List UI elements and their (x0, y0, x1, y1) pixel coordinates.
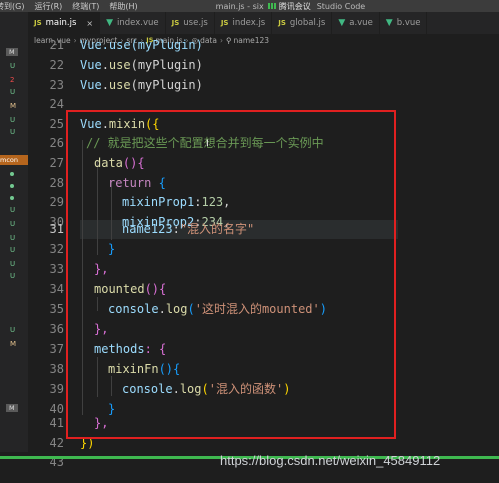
breadcrumb-item[interactable]: name123 (233, 36, 269, 45)
code-token: use (108, 58, 131, 72)
js-file-icon: JS (171, 19, 180, 27)
problem-count-badge: 2 (10, 76, 15, 84)
status-dot-icon (10, 196, 14, 200)
git-status-badge: U (10, 206, 16, 214)
menu-run[interactable]: 运行(R) (34, 1, 62, 12)
git-status-badge: U (10, 62, 16, 70)
line-number: 38 (49, 362, 64, 376)
vue-file-icon: ▼ (385, 18, 393, 28)
vue-file-icon: ▼ (106, 18, 114, 28)
git-status-badge: U (10, 116, 16, 124)
meeting-label: 腾讯会议 (278, 1, 311, 11)
chevron-right-icon: › (219, 35, 223, 45)
close-icon[interactable]: × (86, 19, 93, 28)
git-status-badge: U (10, 272, 16, 280)
tab-label: index.vue (117, 18, 159, 28)
tab-index-js[interactable]: JS index.js (215, 12, 273, 34)
code-token: Vue (80, 78, 102, 92)
line-number: 29 (49, 195, 64, 209)
property-symbol-icon: ⚲ (225, 35, 232, 45)
line-number: 28 (49, 176, 64, 190)
code-token: . (101, 58, 109, 72)
tab-label: b.vue (396, 18, 421, 28)
git-status-badge: U (10, 128, 16, 136)
line-number-active: 31 (49, 222, 64, 236)
line-number: 23 (49, 78, 64, 92)
tab-global-js[interactable]: JS global.js (272, 12, 333, 34)
menu-goto[interactable]: 转到(G) (0, 1, 24, 12)
tab-label: use.js (183, 18, 208, 28)
git-status-badge: M (6, 404, 18, 412)
git-status-badge: U (10, 246, 16, 254)
annotation-highlight-box (66, 110, 396, 439)
code-line: Vue.use(myPlugin) (80, 36, 203, 56)
window-title-suffix: Studio Code (316, 1, 366, 11)
code-token: (myPlugin) (130, 58, 203, 72)
tab-label: index.js (232, 18, 266, 28)
git-status-badge: U (10, 88, 16, 96)
line-number: 22 (49, 58, 64, 72)
text-cursor-icon: I (206, 139, 209, 149)
line-number: 27 (49, 156, 64, 170)
vue-file-icon: ▼ (338, 18, 346, 28)
tab-label: a.vue (349, 18, 373, 28)
git-status-badge: U (10, 260, 16, 268)
editor-tab-bar: JS main.js × ▼ index.vue JS use.js JS in… (28, 12, 499, 34)
code-token: use (108, 78, 131, 92)
git-status-badge: U (10, 234, 16, 242)
git-status-badge: U (10, 326, 16, 334)
menu-help[interactable]: 帮助(H) (109, 1, 137, 12)
js-file-icon: JS (220, 19, 229, 27)
git-status-badge: M (10, 102, 17, 110)
tab-label: global.js (289, 18, 326, 28)
menu-bar: 转到(G) 运行(R) 终端(T) 帮助(H) main.js - six 腾讯… (0, 0, 499, 12)
code-line: Vue.use(myPlugin) (80, 76, 203, 96)
tab-label: main.js (45, 18, 77, 28)
code-token: (myPlugin) (130, 78, 203, 92)
meeting-indicator-icon (267, 3, 276, 9)
watermark: https://blog.csdn.net/weixin_45849112 (220, 453, 441, 468)
line-number: 36 (49, 322, 64, 336)
tab-use-js[interactable]: JS use.js (166, 12, 215, 34)
line-number: 34 (49, 282, 64, 296)
tab-main-js[interactable]: JS main.js × (28, 12, 101, 34)
window-title-prefix: main.js - six (215, 1, 264, 11)
git-status-badge: M (6, 48, 18, 56)
menu-terminal[interactable]: 终端(T) (72, 1, 99, 12)
git-status-badge: U (10, 220, 16, 228)
line-number: 39 (49, 382, 64, 396)
chevron-right-icon: › (73, 35, 77, 45)
line-number: 41 (49, 416, 64, 430)
tab-b-vue[interactable]: ▼ b.vue (380, 12, 428, 34)
line-number: 25 (49, 117, 64, 131)
line-number: 21 (49, 38, 64, 52)
line-number: 35 (49, 302, 64, 316)
sidebar-item-mcon[interactable]: mcon (0, 155, 28, 165)
line-number: 33 (49, 262, 64, 276)
code-token: . (101, 78, 109, 92)
tab-a-vue[interactable]: ▼ a.vue (332, 12, 380, 34)
status-dot-icon (10, 172, 14, 176)
tab-index-vue[interactable]: ▼ index.vue (100, 12, 166, 34)
status-dot-icon (10, 184, 14, 188)
line-number: 37 (49, 342, 64, 356)
line-number: 42 (49, 436, 64, 450)
line-number: 32 (49, 242, 64, 256)
code-line: Vue.use(myPlugin) (80, 56, 203, 76)
git-status-badge: M (10, 340, 17, 348)
line-number: 24 (49, 97, 64, 111)
code-token: Vue (80, 58, 102, 72)
line-number: 26 (49, 136, 64, 150)
code-token: Vue.use(myPlugin) (80, 38, 203, 52)
js-file-icon: JS (34, 19, 42, 27)
js-file-icon: JS (278, 19, 286, 27)
